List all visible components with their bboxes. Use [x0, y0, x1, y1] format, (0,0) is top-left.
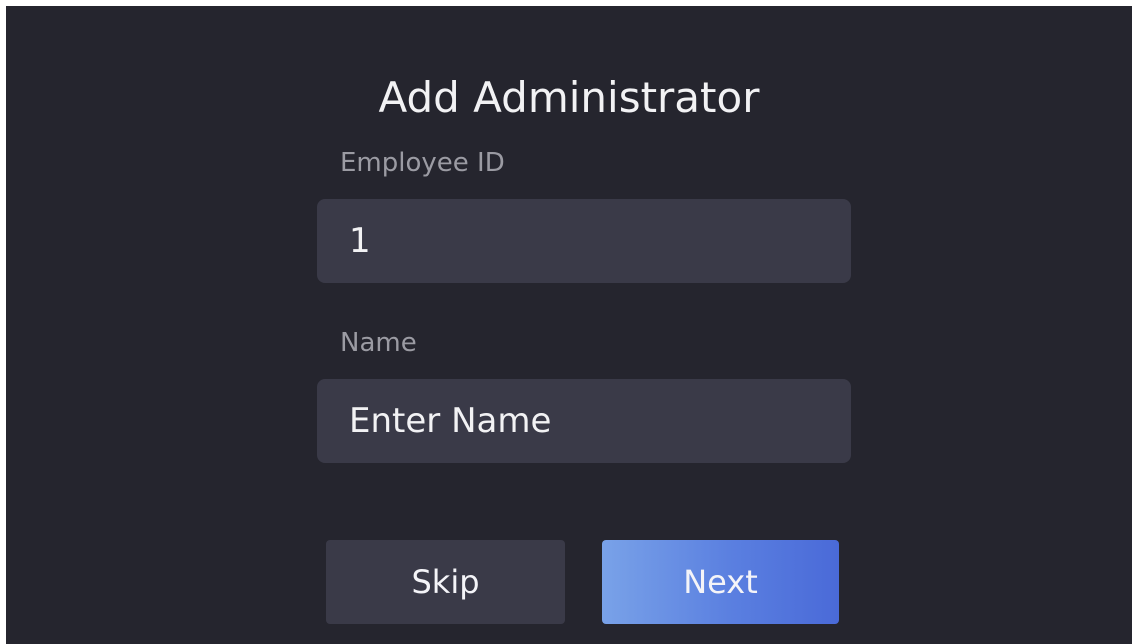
- name-field[interactable]: Enter Name: [317, 379, 851, 463]
- employee-id-value: 1: [349, 221, 371, 261]
- employee-id-label: Employee ID: [340, 148, 505, 178]
- skip-button-label: Skip: [411, 563, 480, 601]
- add-administrator-screen: Add Administrator Employee ID 1 Name Ent…: [6, 6, 1132, 644]
- employee-id-field[interactable]: 1: [317, 199, 851, 283]
- page-title: Add Administrator: [378, 73, 760, 122]
- next-button[interactable]: Next: [602, 540, 839, 624]
- name-placeholder: Enter Name: [349, 401, 552, 441]
- skip-button[interactable]: Skip: [326, 540, 565, 624]
- name-label: Name: [340, 328, 417, 358]
- next-button-label: Next: [683, 563, 758, 601]
